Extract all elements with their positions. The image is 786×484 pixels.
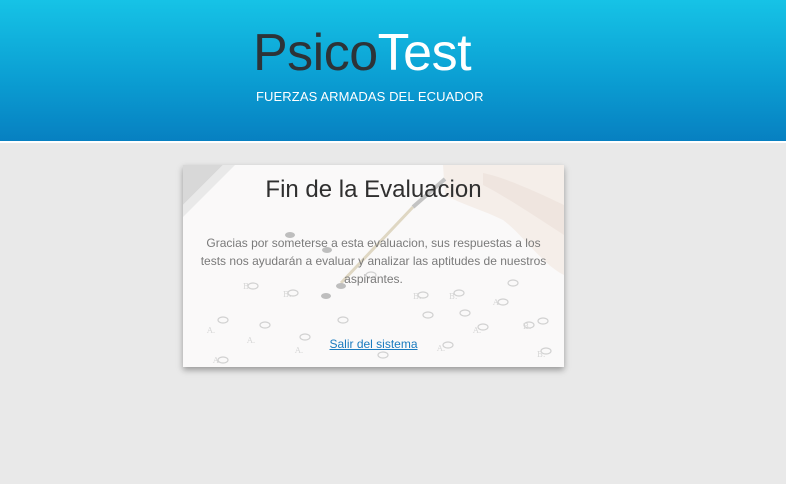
thank-you-message: Gracias por someterse a esta evaluacion,… (200, 236, 547, 286)
evaluation-end-card: B. B. A. A. A. B. B. A. B. B. A. A. A. F… (183, 165, 564, 367)
logo-part-test: Test (377, 24, 472, 82)
app-logo: PsicoTest (253, 22, 472, 84)
logout-link[interactable]: Salir del sistema (329, 337, 417, 351)
logout-link-container: Salir del sistema (183, 337, 564, 351)
card-title: Fin de la Evaluacion (265, 176, 482, 203)
logo-part-psico: Psico (253, 24, 378, 82)
header-banner: PsicoTest FUERZAS ARMADAS DEL ECUADOR (0, 0, 786, 143)
organization-subtitle: FUERZAS ARMADAS DEL ECUADOR (256, 89, 484, 104)
